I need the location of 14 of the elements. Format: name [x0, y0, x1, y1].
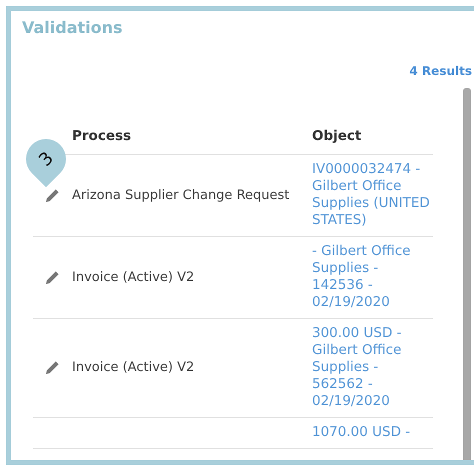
- column-header: Process: [72, 128, 132, 144]
- scrollbar-thumb[interactable]: [463, 88, 471, 460]
- object-link[interactable]: 1070.00 USD -: [312, 424, 433, 441]
- object-link[interactable]: - Gilbert Office Supplies - 142536 - 02/19/2020: [312, 243, 433, 311]
- process-name: Arizona Supplier Change Request: [72, 188, 290, 202]
- object-link[interactable]: IV0000032474 - Gilbert Office Supplies (UNITED STATES): [312, 161, 433, 229]
- results-link[interactable]: 4 Results: [409, 64, 472, 78]
- process-name: Invoice (Active) V2: [72, 360, 194, 375]
- pencil-icon[interactable]: [45, 270, 60, 284]
- process-name: Invoice (Active) V2: [72, 270, 194, 284]
- panel-title: Validations: [22, 18, 124, 37]
- pencil-icon[interactable]: [45, 360, 60, 375]
- object-link[interactable]: 300.00 USD - Gilbert Office Supplies - 562562 - 02/19/2020: [312, 325, 433, 410]
- column-header: Object: [312, 128, 362, 144]
